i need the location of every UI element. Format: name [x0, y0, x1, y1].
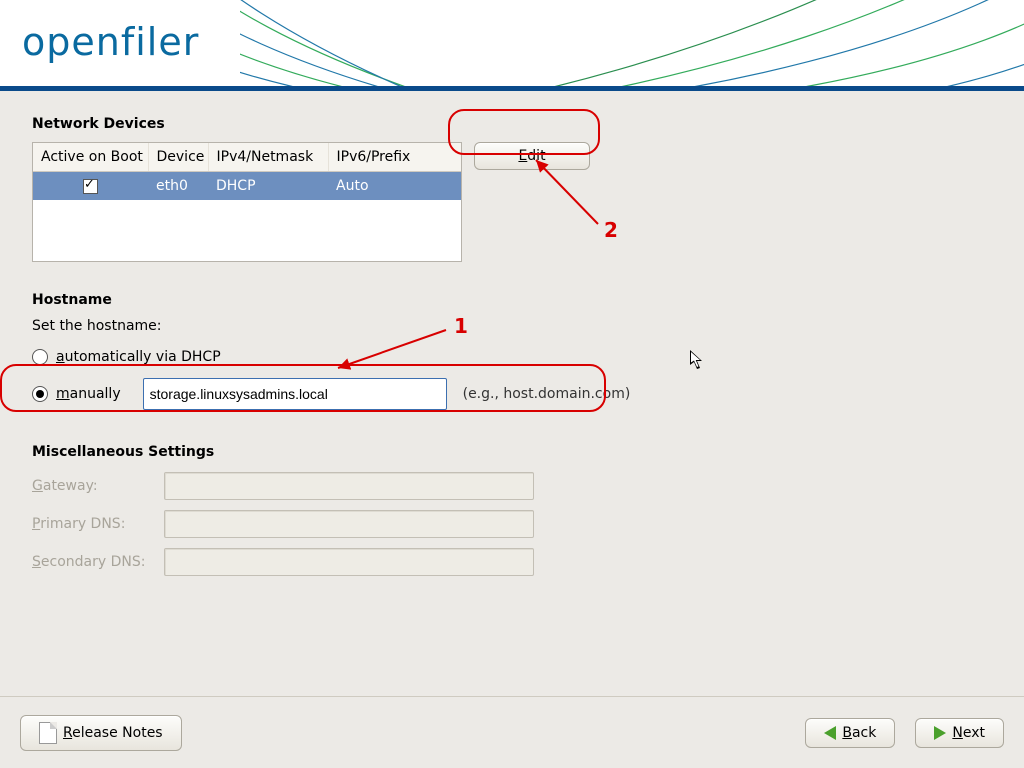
hostname-manual-input[interactable] [143, 378, 447, 410]
hostname-title: Hostname [32, 292, 992, 308]
cell-active-on-boot[interactable] [33, 172, 148, 201]
gateway-label: Gateway: [32, 478, 164, 494]
arrow-right-icon [934, 726, 946, 740]
hostname-manual-row[interactable]: manually (e.g., host.domain.com) [32, 370, 992, 418]
hostname-auto-label: automatically via DHCP [56, 349, 221, 365]
release-notes-button[interactable]: Release Notes [20, 715, 182, 751]
gateway-input [164, 472, 534, 500]
next-button[interactable]: Next [915, 718, 1004, 748]
network-devices-title: Network Devices [32, 116, 992, 132]
footer-bar: Release Notes Back Next [0, 696, 1024, 768]
col-device[interactable]: Device [148, 143, 208, 172]
banner-swirl-decor [240, 0, 1024, 86]
brand-logo: openfiler [22, 20, 199, 64]
col-active-on-boot[interactable]: Active on Boot [33, 143, 148, 172]
cell-ipv4: DHCP [208, 172, 328, 201]
arrow-left-icon [824, 726, 836, 740]
set-hostname-label: Set the hostname: [32, 318, 992, 334]
header-banner: openfiler [0, 0, 1024, 86]
hostname-manual-hint: (e.g., host.domain.com) [463, 386, 631, 402]
edit-button[interactable]: Edit [474, 142, 590, 170]
col-ipv4-netmask[interactable]: IPv4/Netmask [208, 143, 328, 172]
cell-ipv6: Auto [328, 172, 461, 201]
table-row[interactable]: eth0 DHCP Auto [33, 172, 461, 201]
primary-dns-label: Primary DNS: [32, 516, 164, 532]
document-icon [39, 722, 57, 744]
hostname-manual-label: manually [56, 386, 121, 402]
cell-device: eth0 [148, 172, 208, 201]
hostname-auto-radio[interactable] [32, 349, 48, 365]
hostname-auto-row[interactable]: automatically via DHCP [32, 344, 992, 370]
misc-settings-title: Miscellaneous Settings [32, 444, 992, 460]
secondary-dns-input [164, 548, 534, 576]
network-devices-table[interactable]: Active on Boot Device IPv4/Netmask IPv6/… [32, 142, 462, 262]
col-ipv6-prefix[interactable]: IPv6/Prefix [328, 143, 461, 172]
primary-dns-input [164, 510, 534, 538]
back-button[interactable]: Back [805, 718, 895, 748]
secondary-dns-label: Secondary DNS: [32, 554, 164, 570]
active-on-boot-checkbox[interactable] [83, 179, 98, 194]
hostname-manual-radio[interactable] [32, 386, 48, 402]
